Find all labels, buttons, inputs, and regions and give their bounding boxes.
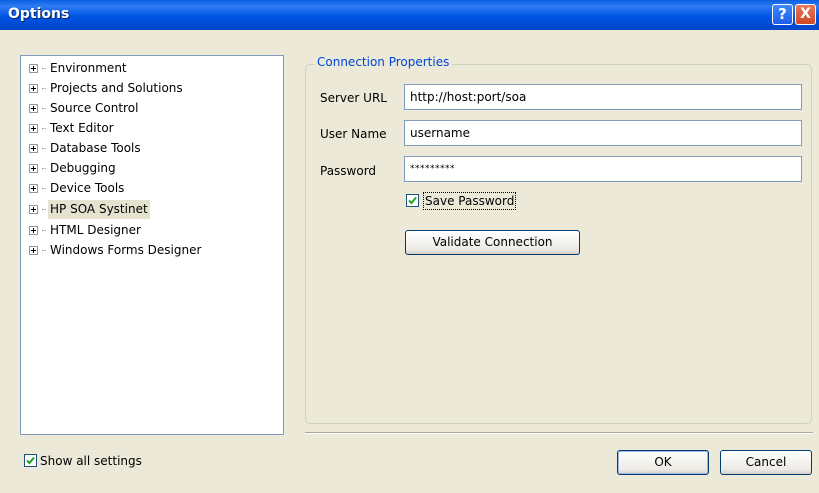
expand-icon[interactable] (29, 226, 38, 235)
server-url-label: Server URL (320, 91, 387, 105)
server-url-input[interactable]: http://host:port/soa (404, 84, 802, 110)
expand-icon[interactable] (29, 84, 38, 93)
tree-item-label: Projects and Solutions (50, 81, 183, 95)
tree-item-environment[interactable]: Environment (29, 59, 129, 78)
ok-button[interactable]: OK (617, 450, 709, 475)
expand-icon[interactable] (29, 104, 38, 113)
tree-item-device-tools[interactable]: Device Tools (29, 179, 126, 198)
tree-item-hp-soa-systinet[interactable]: HP SOA Systinet (29, 200, 150, 219)
save-password-label[interactable]: Save Password (422, 192, 517, 210)
expand-icon[interactable] (29, 184, 38, 193)
tree-item-label: Source Control (50, 101, 139, 115)
show-all-settings-checkbox[interactable] (24, 454, 37, 467)
options-dialog: Options ? X Environment Projects and Sol… (0, 0, 819, 493)
user-name-label: User Name (320, 127, 387, 141)
expand-icon[interactable] (29, 64, 38, 73)
tree-item-label: HTML Designer (50, 223, 141, 237)
tree-item-debugging[interactable]: Debugging (29, 159, 118, 178)
title-bar[interactable]: Options ? X (0, 0, 819, 30)
expand-icon[interactable] (29, 205, 38, 214)
tree-item-label: Device Tools (50, 181, 125, 195)
tree-item-label: Environment (50, 61, 127, 75)
expand-icon[interactable] (29, 144, 38, 153)
tree-item-label: Text Editor (50, 121, 114, 135)
checkmark-icon (26, 456, 35, 465)
tree-item-database-tools[interactable]: Database Tools (29, 139, 143, 158)
expand-icon[interactable] (29, 164, 38, 173)
tree-item-source-control[interactable]: Source Control (29, 99, 140, 118)
expand-icon[interactable] (29, 246, 38, 255)
password-label: Password (320, 164, 377, 178)
help-icon[interactable]: ? (772, 4, 793, 25)
tree-item-label: HP SOA Systinet (48, 200, 150, 219)
tree-item-windows-forms-designer[interactable]: Windows Forms Designer (29, 241, 203, 260)
checkmark-icon (408, 196, 417, 205)
save-password-checkbox[interactable] (406, 194, 419, 207)
show-all-settings-label[interactable]: Show all settings (40, 453, 142, 469)
cancel-button[interactable]: Cancel (720, 450, 812, 475)
tree-item-text-editor[interactable]: Text Editor (29, 119, 116, 138)
tree-item-label: Debugging (50, 161, 116, 175)
password-input[interactable]: ********* (404, 156, 802, 182)
close-icon[interactable]: X (795, 4, 816, 25)
tree-item-html-designer[interactable]: HTML Designer (29, 221, 143, 240)
options-tree[interactable]: Environment Projects and Solutions Sourc… (20, 55, 284, 435)
validate-connection-button[interactable]: Validate Connection (405, 230, 580, 255)
tree-item-projects-and-solutions[interactable]: Projects and Solutions (29, 79, 185, 98)
tree-item-label: Database Tools (50, 141, 141, 155)
window-title: Options (8, 6, 70, 22)
user-name-input[interactable]: username (404, 120, 802, 146)
expand-icon[interactable] (29, 124, 38, 133)
tree-item-label: Windows Forms Designer (50, 243, 202, 257)
separator (305, 432, 813, 434)
group-title: Connection Properties (314, 55, 453, 69)
